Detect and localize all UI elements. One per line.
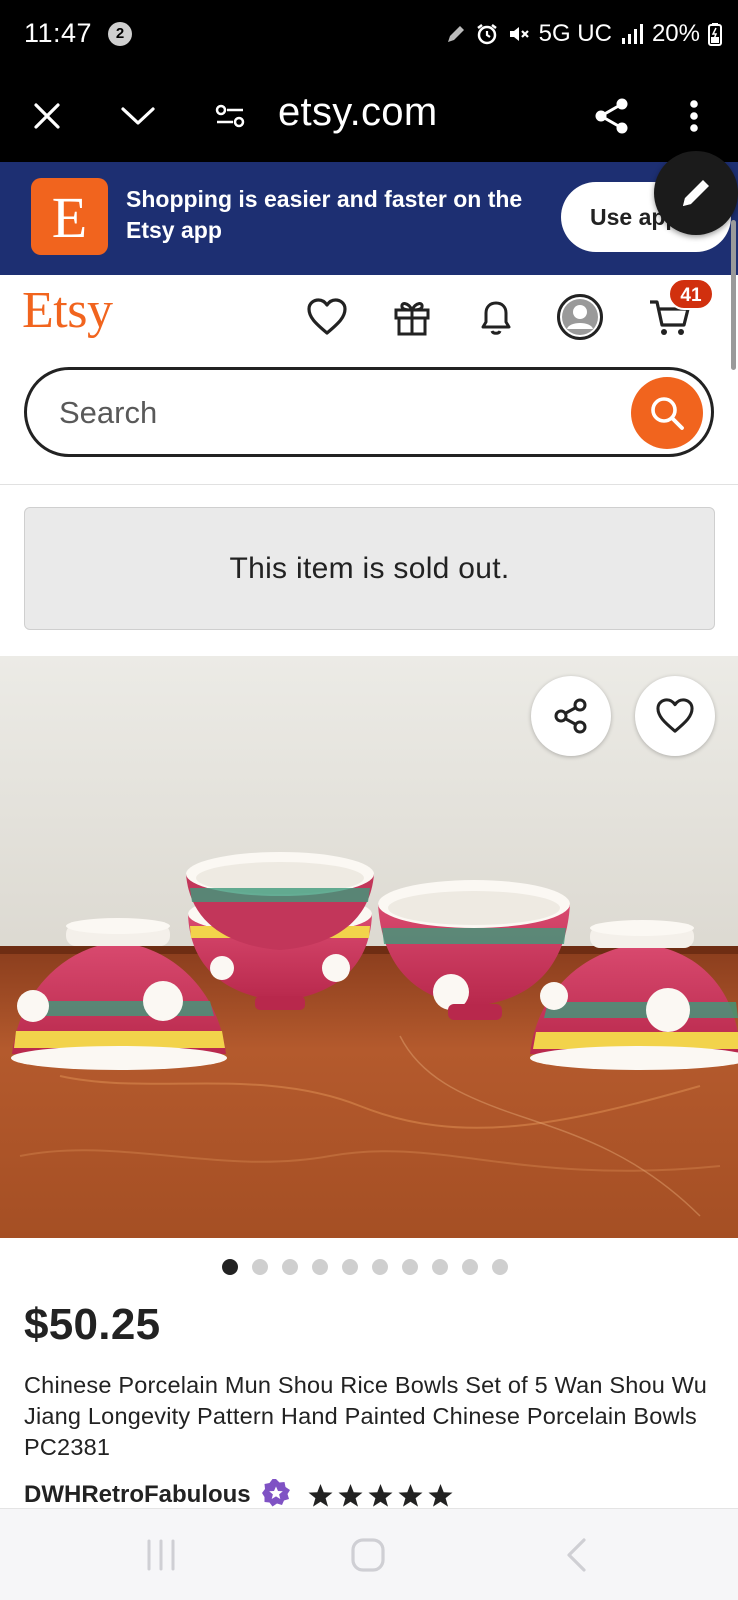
tune-icon [215,104,245,128]
back-icon [567,1538,586,1572]
carousel-indicators [222,1259,508,1275]
heart-icon [307,298,347,335]
minimize-button[interactable] [116,94,160,138]
search-input[interactable] [59,388,599,438]
edit-fab-button[interactable] [654,151,738,235]
sold-out-notice: This item is sold out. [24,507,715,630]
product-photo [0,656,738,1238]
share-listing-button[interactable] [531,676,611,756]
carousel-dot[interactable] [222,1259,238,1275]
carousel-dot[interactable] [462,1259,478,1275]
signal-icon [620,23,644,45]
close-tab-button[interactable] [25,94,69,138]
system-nav-bar [0,1508,738,1600]
status-time: 11:47 [24,18,93,48]
search-button[interactable] [631,377,703,449]
url-text[interactable]: etsy.com [278,90,437,135]
star-seller-icon [261,1478,290,1506]
search-icon [651,397,684,430]
shop-name-link[interactable]: DWHRetroFabulous [24,1481,251,1509]
favorite-listing-button[interactable] [635,676,715,756]
heart-icon [656,698,694,733]
recent-apps-button[interactable] [139,1535,183,1575]
star-icon [338,1483,363,1507]
carousel-dot[interactable] [312,1259,328,1275]
product-image-carousel[interactable] [0,656,738,1238]
browser-toolbar: etsy.com [0,70,738,162]
carousel-dot[interactable] [432,1259,448,1275]
more-menu-button[interactable] [672,94,716,138]
star-icon [398,1483,423,1507]
cart-count-badge: 41 [668,278,714,310]
network-label: 5G UC [538,20,612,47]
site-settings-button[interactable] [208,94,252,138]
carousel-dot[interactable] [372,1259,388,1275]
star-icon [368,1483,393,1507]
gifts-button[interactable] [387,292,437,342]
etsy-app-logo: E [31,178,108,255]
shop-row: DWHRetroFabulous [24,1478,454,1512]
back-button[interactable] [554,1535,598,1575]
more-vert-icon [690,100,698,132]
share-page-button[interactable] [590,94,634,138]
recents-icon [147,1539,175,1571]
status-bar: 11:47 2 5G UC 20% [0,0,738,70]
share-icon [595,98,628,134]
rating-stars [307,1483,454,1508]
home-icon [351,1538,385,1572]
pencil-icon [683,180,709,206]
battery-percent: 20% [651,20,700,47]
pen-icon [445,23,467,45]
app-install-banner: E Shopping is easier and faster on the E… [0,162,738,275]
carousel-dot[interactable] [342,1259,358,1275]
notifications-button[interactable] [471,292,521,342]
carousel-dot[interactable] [282,1259,298,1275]
carousel-dot[interactable] [252,1259,268,1275]
etsy-logo[interactable]: Etsy [22,281,113,340]
product-title: Chinese Porcelain Mun Shou Rice Bowls Se… [24,1372,708,1460]
share-icon [554,698,587,734]
close-icon [34,103,60,129]
chevron-down-icon [121,107,155,125]
app-banner-message: Shopping is easier and faster on the Ets… [126,186,523,243]
star-icon [428,1483,453,1507]
product-price: $50.25 [24,1300,161,1349]
avatar [557,294,603,340]
home-button[interactable] [346,1535,390,1575]
mute-icon [507,22,531,46]
gift-icon [394,302,430,336]
notification-count-badge: 2 [108,22,132,46]
page-scrollbar[interactable] [731,220,736,370]
search-bar [24,367,714,457]
account-button[interactable] [555,292,605,342]
star-icon [308,1483,333,1507]
status-indicators: 5G UC 20% [445,16,722,52]
battery-icon [708,22,722,46]
carousel-dot[interactable] [492,1259,508,1275]
bell-icon [481,301,511,335]
favorites-button[interactable] [302,292,352,342]
alarm-icon [475,22,499,46]
carousel-dot[interactable] [402,1259,418,1275]
site-header: Etsy 41 [0,275,738,485]
